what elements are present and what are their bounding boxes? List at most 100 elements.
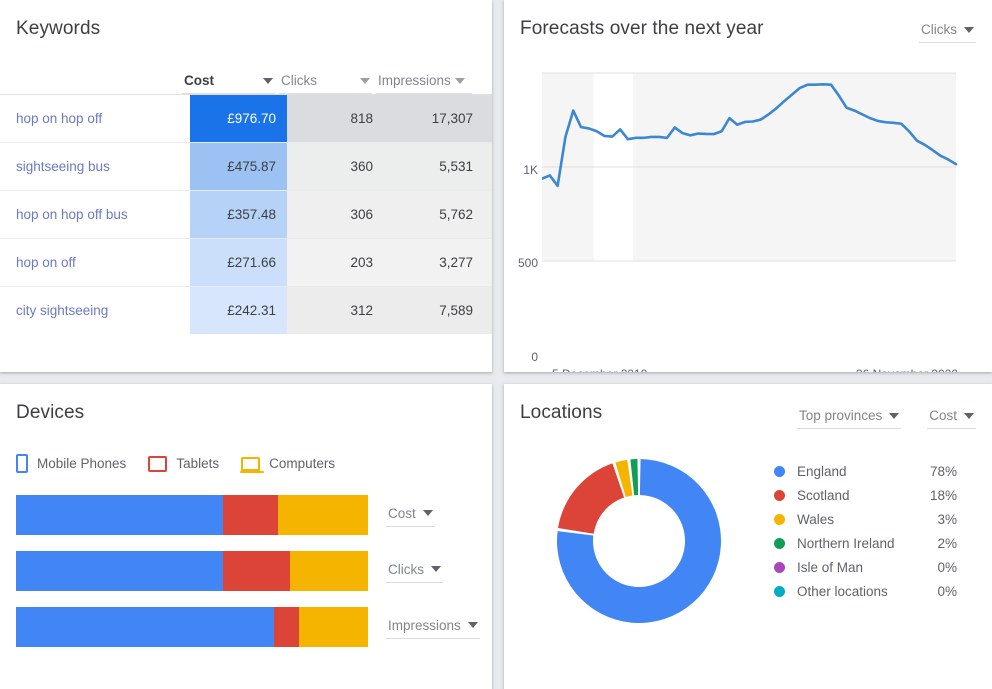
device-bar-segment xyxy=(16,495,223,535)
legend-location-label: Isle of Man xyxy=(797,559,864,575)
y-axis-label-0: 0 xyxy=(531,350,538,364)
forecasts-metric-label: Clicks xyxy=(921,22,957,37)
keyword-link[interactable]: hop on hop off bus xyxy=(0,191,190,238)
list-item: Northern Ireland 2% xyxy=(774,531,957,555)
device-bar-row: Cost xyxy=(0,495,492,535)
device-bar-segment xyxy=(222,551,290,591)
legend-location-value: 2% xyxy=(937,535,957,551)
legend-color-dot xyxy=(774,561,785,573)
chevron-down-icon xyxy=(422,510,433,516)
x-axis-label-end: 26 November 2020 xyxy=(856,367,958,372)
device-bar-segment xyxy=(222,495,278,535)
keyword-link[interactable]: hop on off xyxy=(0,239,190,286)
device-stacked-bar xyxy=(16,607,368,647)
keyword-clicks-cell: 818 xyxy=(287,95,384,142)
devices-metric-label: Clicks xyxy=(388,561,424,577)
keyword-clicks-cell: 360 xyxy=(287,143,384,190)
devices-metric-label: Cost xyxy=(388,505,416,521)
locations-donut-svg xyxy=(557,459,721,623)
legend-color-dot xyxy=(774,489,785,501)
devices-metric-label: Impressions xyxy=(388,617,461,633)
table-row: hop on hop off £976.70 818 17,307 xyxy=(0,94,492,142)
list-item: England 78% xyxy=(774,459,957,483)
devices-legend-label-computer: Computers xyxy=(269,456,336,471)
list-item: Scotland 18% xyxy=(774,483,957,507)
keywords-sort-impressions[interactable]: Impressions xyxy=(376,71,472,94)
locations-panel: Locations Top provinces Cost England 78% S… xyxy=(504,384,992,689)
legend-color-dot xyxy=(774,537,785,549)
keyword-link[interactable]: hop on hop off xyxy=(0,95,190,142)
devices-legend-label-tablet: Tablets xyxy=(176,456,220,471)
keywords-sort-impressions-label: Impressions xyxy=(378,73,451,88)
legend-color-dot xyxy=(774,585,785,597)
device-bar-row: Impressions xyxy=(0,607,492,647)
legend-location-label: Other locations xyxy=(797,583,888,599)
keyword-impressions-cell: 3,277 xyxy=(384,239,484,286)
mobile-phone-icon xyxy=(16,454,28,473)
keywords-table-header: Cost Clicks Impressions xyxy=(0,62,492,94)
device-bar-segment xyxy=(289,551,368,591)
list-item: Other locations 0% xyxy=(774,579,957,603)
device-stacked-bar xyxy=(16,495,368,535)
keywords-sort-clicks[interactable]: Clicks xyxy=(279,71,372,94)
devices-bars: Cost Clicks Impressions xyxy=(0,495,492,647)
devices-legend-item-tablet: Tablets xyxy=(148,455,220,472)
devices-legend-item-computer: Computers xyxy=(239,456,336,473)
keywords-table-body: hop on hop off £976.70 818 17,307 sightseein… xyxy=(0,94,492,334)
keyword-clicks-cell: 312 xyxy=(287,287,384,334)
chevron-down-icon xyxy=(263,77,273,84)
devices-metric-selector-cost[interactable]: Cost xyxy=(386,504,435,527)
dashboard-grid: Keywords Cost Clicks Impressions hop on … xyxy=(0,0,992,689)
devices-metric-selector-impressions[interactable]: Impressions xyxy=(386,616,480,639)
device-bar-segment xyxy=(16,551,223,591)
keyword-link[interactable]: city sightseeing xyxy=(0,287,190,334)
legend-location-label: England xyxy=(797,463,847,479)
device-bar-segment xyxy=(274,607,299,647)
y-axis-label-1k: 1K xyxy=(523,163,538,177)
list-item: Wales 3% xyxy=(774,507,957,531)
keywords-sort-cost[interactable]: Cost xyxy=(182,71,275,94)
keyword-row-tail xyxy=(484,239,492,286)
devices-legend-item-mobile: Mobile Phones xyxy=(16,454,126,473)
chevron-down-icon xyxy=(964,26,974,33)
legend-location-label: Northern Ireland xyxy=(797,535,895,551)
devices-metric-selector-clicks[interactable]: Clicks xyxy=(386,560,443,583)
chevron-down-icon xyxy=(360,77,370,84)
computer-icon xyxy=(239,456,264,473)
table-row: hop on off £271.66 203 3,277 xyxy=(0,238,492,286)
keyword-cost-cell: £475.87 xyxy=(190,143,287,190)
legend-location-value: 0% xyxy=(937,583,957,599)
legend-location-label: Scotland xyxy=(797,487,850,503)
keyword-row-tail xyxy=(484,191,492,238)
legend-location-value: 3% xyxy=(937,511,957,527)
forecast-chart-svg xyxy=(542,72,958,262)
keyword-impressions-cell: 5,762 xyxy=(384,191,484,238)
forecasts-panel-title: Forecasts over the next year xyxy=(520,18,764,39)
tablet-icon xyxy=(148,455,168,472)
keywords-header-impressions-wrap: Impressions xyxy=(376,71,476,94)
locations-donut-chart xyxy=(504,445,774,631)
locations-scope-label: Top provinces xyxy=(798,408,883,423)
locations-scope-selector[interactable]: Top provinces xyxy=(796,406,902,429)
keywords-header-clicks-wrap: Clicks xyxy=(279,71,376,94)
keyword-row-tail xyxy=(484,143,492,190)
locations-legend: England 78% Scotland 18% Wales 3% Northern Ire… xyxy=(774,445,957,631)
chevron-down-icon xyxy=(467,622,478,628)
keywords-panel: Keywords Cost Clicks Impressions hop on … xyxy=(0,0,492,372)
locations-metric-label: Cost xyxy=(929,408,957,423)
legend-location-value: 0% xyxy=(937,559,957,575)
device-stacked-bar xyxy=(16,551,368,591)
keyword-link[interactable]: sightseeing bus xyxy=(0,143,190,190)
y-axis-label-500: 500 xyxy=(517,256,538,270)
x-axis-label-start: 5 December 2019 xyxy=(552,367,647,372)
keyword-cost-cell: £976.70 xyxy=(190,95,287,142)
table-row: hop on hop off bus £357.48 306 5,762 xyxy=(0,190,492,238)
locations-panel-title: Locations xyxy=(520,402,603,423)
keyword-cost-cell: £242.31 xyxy=(190,287,287,334)
forecasts-metric-selector[interactable]: Clicks xyxy=(919,20,976,43)
locations-metric-selector[interactable]: Cost xyxy=(927,406,976,429)
legend-location-label: Wales xyxy=(797,511,835,527)
chevron-down-icon xyxy=(431,566,441,572)
keyword-impressions-cell: 5,531 xyxy=(384,143,484,190)
chevron-down-icon xyxy=(454,77,465,84)
